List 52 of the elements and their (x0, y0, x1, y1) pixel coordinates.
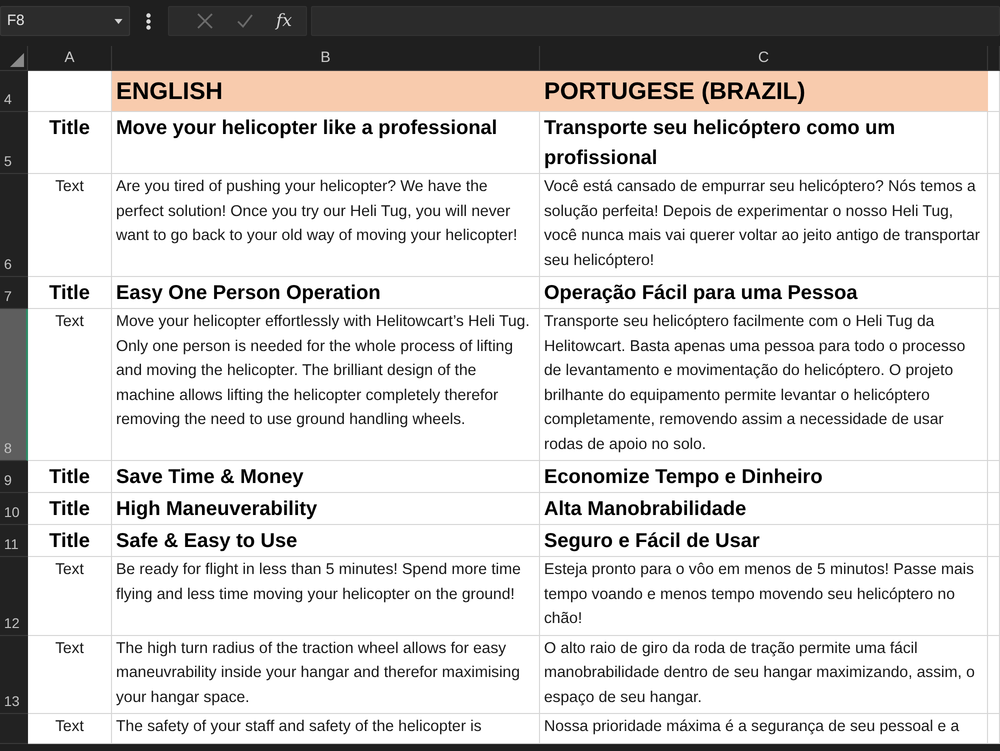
table-cell: The high turn radius of the traction wheel allows for easy maneuvrability inside your hangar and therefor maximising your hangar space. (112, 636, 540, 714)
caret-icon[interactable] (114, 18, 123, 24)
table-cell: Text (28, 557, 112, 636)
table-cell: Title (28, 112, 112, 174)
row-header[interactable]: 13 (0, 636, 28, 714)
table-cell: Save Time & Money (112, 461, 540, 493)
row-header[interactable]: 8 (0, 309, 28, 461)
table-cell: Title (28, 277, 112, 309)
table-cell: Move your helicopter like a professional (112, 112, 540, 174)
table-cell: Você está cansado de empurrar seu helicóptero? Nós temos a solução perfeita! Depois de experimentar o nosso Heli Tug, você nunca mais vai querer voltar ao jeito antigo de transportar seu helicóptero! (540, 174, 988, 277)
check-icon[interactable] (236, 13, 253, 29)
table-cell: Title (28, 525, 112, 557)
table-cell (988, 714, 1000, 744)
table-cell: PORTUGESE (BRAZIL) (540, 71, 988, 112)
more-icon[interactable] (146, 12, 151, 30)
table-cell: Text (28, 174, 112, 277)
table-cell: O alto raio de giro da roda de tração permite uma fácil manobrabilidade dentro de seu hangar maximizando, assim, o espaço de seu hangar. (540, 636, 988, 714)
column-header[interactable]: A (28, 46, 112, 71)
column-header[interactable]: B (112, 46, 540, 71)
table-cell: Seguro e Fácil de Usar (540, 525, 988, 557)
table-cell: Text (28, 309, 112, 461)
table-cell: Operação Fácil para uma Pessoa (540, 277, 988, 309)
table-cell: High Maneuverability (112, 493, 540, 525)
table-cell: Title (28, 461, 112, 493)
table-cell: Move your helicopter effortlessly with Helitowcart’s Heli Tug. Only one person is needed for the whole process of lifting and moving the helicopter. The brilliant design of the machine allows lifting the helicopter completely therefor removing the need to use ground handling wheels. (112, 309, 540, 461)
table-cell (988, 461, 1000, 493)
table-cell (988, 71, 1000, 112)
select-all-icon[interactable] (10, 53, 24, 67)
table-cell: Title (28, 493, 112, 525)
table-cell: Esteja pronto para o vôo em menos de 5 minutos! Passe mais tempo voando e menos tempo movendo seu helicóptero no chão! (540, 557, 988, 636)
name-box[interactable]: F8 (0, 6, 130, 36)
column-header[interactable]: C (540, 46, 988, 71)
table-cell: Transporte seu helicóptero como um profissional (540, 112, 988, 174)
table-cell: Text (28, 714, 112, 744)
table-cell (988, 277, 1000, 309)
table-cell: Alta Manobrabilidade (540, 493, 988, 525)
table-cell: The safety of your staff and safety of the helicopter is (112, 714, 540, 744)
table-cell: Transporte seu helicóptero facilmente com o Heli Tug da Helitowcart. Basta apenas uma pessoa para todo o processo de levantamento e movimentação do helicóptero. O projeto brilhante do equipamento permite levantar o helicóptero completamente, removendo assim a necessidade de usar rodas de apoio no solo. (540, 309, 988, 461)
table-cell (988, 112, 1000, 174)
close-icon[interactable] (197, 13, 213, 29)
table-cell: Easy One Person Operation (112, 277, 540, 309)
table-cell: Be ready for flight in less than 5 minutes! Spend more time flying and less time moving your helicopter on the ground! (112, 557, 540, 636)
table-cell: Nossa prioridade máxima é a segurança de seu pessoal e a (540, 714, 988, 744)
table-cell: ENGLISH (112, 71, 540, 112)
table-cell: Are you tired of pushing your helicopter? We have the perfect solution! Once you try our Heli Tug, you will never want to go back to your old way of moving your helicopter! (112, 174, 540, 277)
table-cell: Safe & Easy to Use (112, 525, 540, 557)
table-cell: Text (28, 636, 112, 714)
table-cell: Economize Tempo e Dinheiro (540, 461, 988, 493)
table-cell (988, 525, 1000, 557)
column-header[interactable] (988, 46, 1000, 71)
function-button[interactable]: fx (276, 12, 292, 30)
table-cell (988, 493, 1000, 525)
